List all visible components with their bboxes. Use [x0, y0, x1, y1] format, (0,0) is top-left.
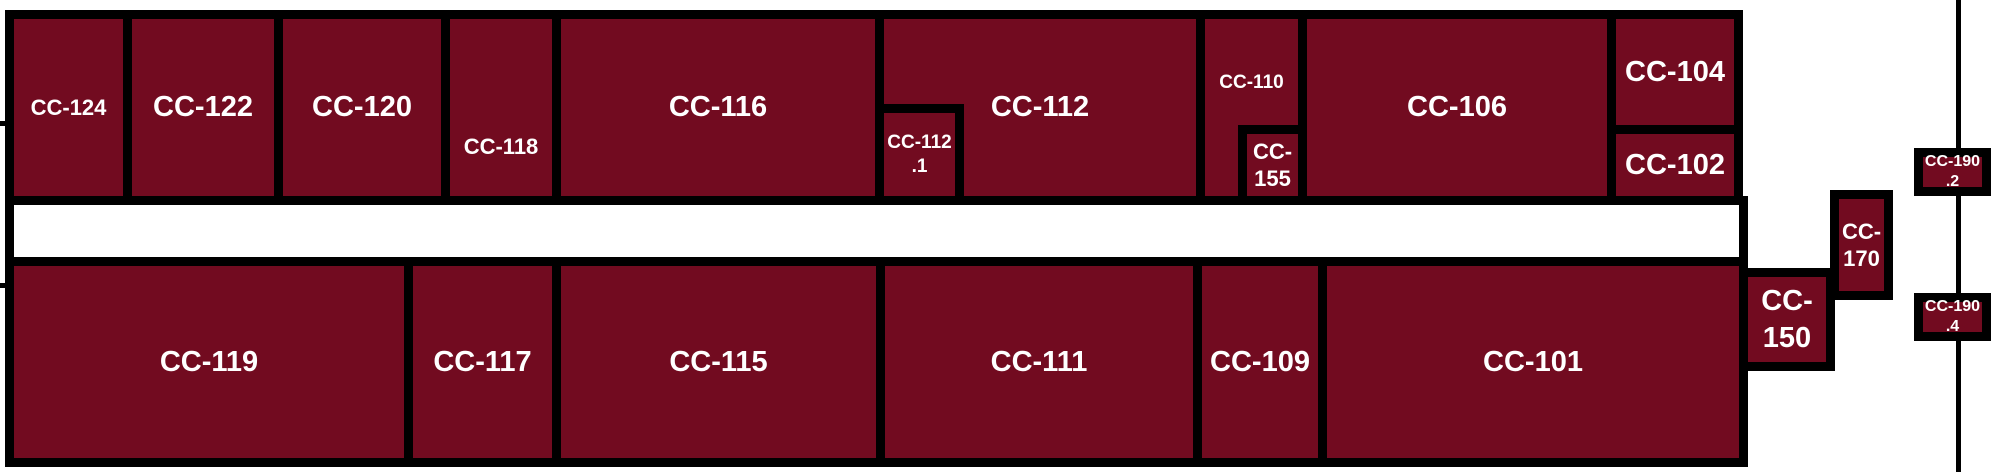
room-cc-155[interactable]: CC- 155: [1238, 125, 1307, 205]
room-cc-118[interactable]: CC-118: [441, 10, 561, 205]
room-cc-150[interactable]: CC- 150: [1739, 268, 1835, 371]
room-cc-119[interactable]: CC-119: [5, 257, 413, 467]
room-cc-102[interactable]: CC-102: [1607, 125, 1743, 205]
room-cc-115[interactable]: CC-115: [552, 257, 885, 467]
room-cc-190-2[interactable]: CC-190 .2: [1914, 148, 1991, 196]
room-cc-116[interactable]: CC-116: [552, 10, 884, 205]
corridor: [5, 196, 1748, 266]
room-cc-124[interactable]: CC-124: [5, 10, 132, 205]
room-cc-170[interactable]: CC- 170: [1830, 190, 1893, 300]
room-cc-112-1[interactable]: CC-112 .1: [875, 104, 964, 205]
room-cc-120[interactable]: CC-120: [274, 10, 450, 205]
room-cc-111[interactable]: CC-111: [876, 257, 1202, 467]
room-cc-101[interactable]: CC-101: [1318, 257, 1748, 467]
room-cc-117[interactable]: CC-117: [404, 257, 561, 467]
room-cc-106[interactable]: CC-106: [1298, 10, 1616, 205]
room-cc-122[interactable]: CC-122: [123, 10, 283, 205]
room-cc-109[interactable]: CC-109: [1193, 257, 1327, 467]
exterior-wall-line: [1956, 0, 1961, 472]
room-cc-190-4[interactable]: CC-190 .4: [1914, 293, 1991, 341]
room-cc-104[interactable]: CC-104: [1607, 10, 1743, 134]
